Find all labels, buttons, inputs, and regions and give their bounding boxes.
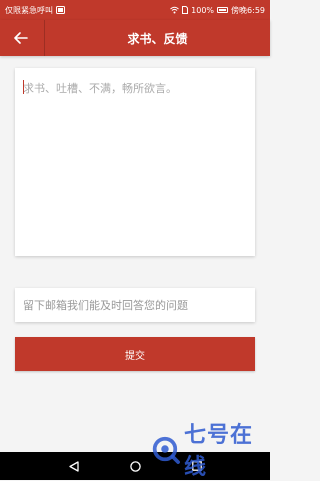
submit-button[interactable]: 提交 — [15, 337, 255, 371]
circle-home-icon — [129, 460, 141, 472]
clock: 傍晚6:59 — [231, 5, 265, 15]
back-button[interactable] — [8, 26, 34, 50]
email-field[interactable] — [15, 288, 255, 322]
carrier-text: 仅限紧急呼叫 — [5, 5, 53, 15]
arrow-left-icon — [14, 32, 28, 44]
submit-label: 提交 — [125, 350, 145, 362]
text-caret — [23, 80, 24, 94]
nav-back-button[interactable] — [66, 458, 82, 474]
sim-icon — [182, 6, 189, 14]
contact-card — [15, 288, 255, 322]
status-left: 仅限紧急呼叫 — [5, 5, 65, 16]
page-title: 求书、反馈 — [127, 31, 188, 46]
feedback-card — [15, 68, 255, 256]
nav-home-button[interactable] — [127, 458, 143, 474]
feedback-textarea[interactable] — [15, 68, 255, 256]
battery-icon — [217, 7, 229, 13]
triangle-back-icon — [69, 460, 79, 472]
nav-recents-button[interactable] — [189, 458, 205, 474]
wifi-icon — [170, 6, 179, 14]
toolbar: 求书、反馈 — [0, 20, 270, 56]
status-right: 100% 傍晚6:59 — [170, 5, 265, 16]
navigation-bar — [0, 452, 270, 480]
square-recents-icon — [192, 461, 202, 471]
battery-percent: 100% — [191, 5, 215, 15]
status-bar: 仅限紧急呼叫 100% 傍晚6:59 — [0, 0, 270, 20]
notification-icon — [56, 6, 65, 14]
